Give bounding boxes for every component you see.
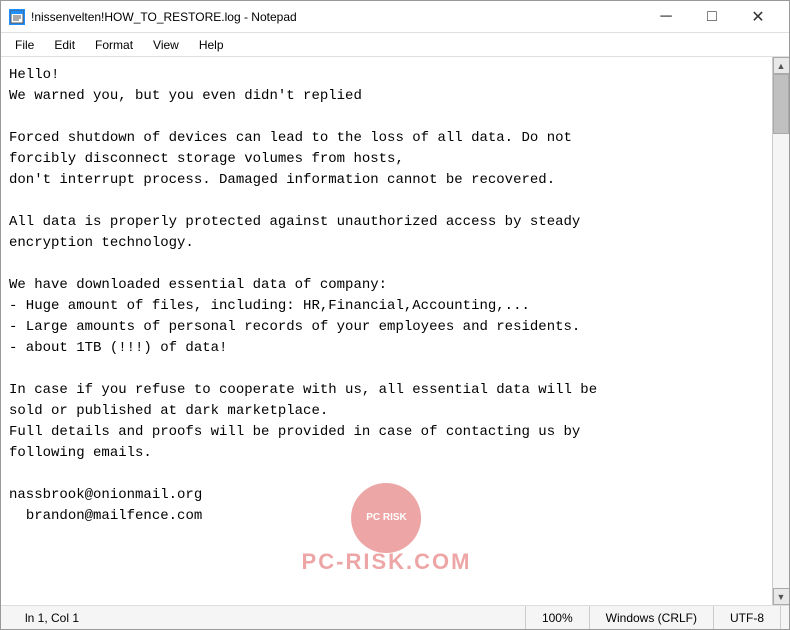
line-ending: Windows (CRLF) (590, 606, 714, 629)
scroll-up-arrow[interactable]: ▲ (773, 57, 790, 74)
menu-bar: File Edit Format View Help (1, 33, 789, 57)
scroll-down-arrow[interactable]: ▼ (773, 588, 790, 605)
scrollbar-thumb[interactable] (773, 74, 789, 134)
cursor-position: ln 1, Col 1 (9, 606, 526, 629)
minimize-button[interactable]: ─ (643, 1, 689, 33)
scrollbar[interactable]: ▲ ▼ (772, 57, 789, 605)
close-button[interactable]: ✕ (735, 1, 781, 33)
notepad-icon (9, 9, 25, 25)
document-text[interactable]: Hello! We warned you, but you even didn'… (9, 61, 764, 531)
window-controls: ─ □ ✕ (643, 1, 781, 33)
menu-format[interactable]: Format (85, 34, 143, 56)
window-title: !nissenvelten!HOW_TO_RESTORE.log - Notep… (31, 10, 643, 24)
text-area-wrapper[interactable]: Hello! We warned you, but you even didn'… (1, 57, 772, 605)
status-bar: ln 1, Col 1 100% Windows (CRLF) UTF-8 (1, 605, 789, 629)
menu-file[interactable]: File (5, 34, 44, 56)
content-area: Hello! We warned you, but you even didn'… (1, 57, 789, 605)
watermark-text: PC-RISK.COM (302, 549, 472, 575)
menu-help[interactable]: Help (189, 34, 234, 56)
scrollbar-track[interactable] (773, 74, 789, 588)
menu-view[interactable]: View (143, 34, 189, 56)
notepad-window: !nissenvelten!HOW_TO_RESTORE.log - Notep… (0, 0, 790, 630)
menu-edit[interactable]: Edit (44, 34, 85, 56)
zoom-level: 100% (526, 606, 590, 629)
title-bar: !nissenvelten!HOW_TO_RESTORE.log - Notep… (1, 1, 789, 33)
encoding: UTF-8 (714, 606, 781, 629)
maximize-button[interactable]: □ (689, 1, 735, 33)
